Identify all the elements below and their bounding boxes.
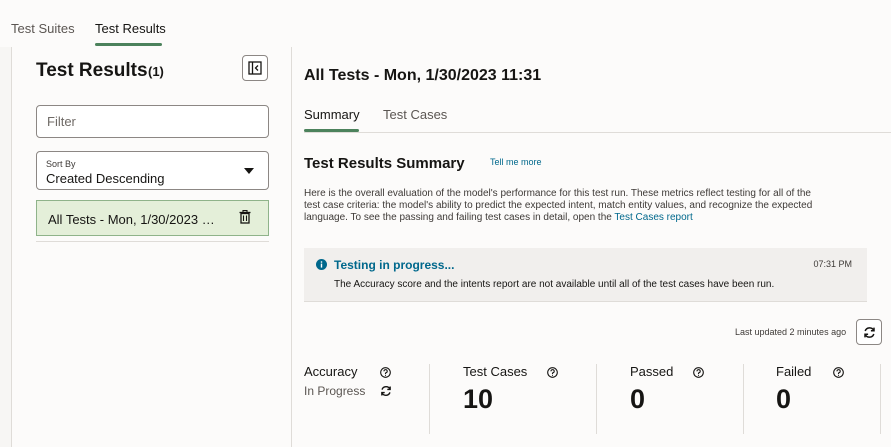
tab-test-results[interactable]: Test Results: [95, 21, 166, 36]
tab-test-suites[interactable]: Test Suites: [11, 21, 75, 36]
info-icon: [316, 259, 327, 270]
summary-description-text: Here is the overall evaluation of the mo…: [304, 188, 813, 223]
sort-by-select[interactable]: Sort By Created Descending: [36, 151, 269, 190]
list-item-test-run[interactable]: All Tests - Mon, 1/30/2023 11:31: [36, 200, 269, 236]
metric-divider: [880, 364, 881, 434]
banner-message: The Accuracy score and the intents repor…: [334, 279, 775, 290]
refresh-button[interactable]: [856, 319, 882, 345]
tab-test-cases[interactable]: Test Cases: [383, 107, 447, 122]
metric-divider: [429, 364, 430, 434]
summary-title: Test Results Summary: [304, 155, 465, 172]
help-icon[interactable]: [833, 367, 844, 378]
test-cases-label: Test Cases: [463, 364, 528, 379]
last-updated-text: Last updated 2 minutes ago: [735, 327, 847, 337]
test-run-label: All Tests - Mon, 1/30/2023 11:31: [48, 212, 218, 227]
refresh-icon: [863, 326, 875, 338]
metric-divider: [743, 364, 744, 434]
subtab-divider: [304, 132, 891, 133]
test-cases-value: 10: [463, 384, 494, 414]
in-progress-spinner-icon: [381, 386, 391, 396]
accuracy-label: Accuracy: [304, 364, 358, 379]
failed-value: 0: [776, 384, 792, 414]
list-divider: [36, 241, 269, 242]
page-title: All Tests - Mon, 1/30/2023 11:31: [304, 67, 542, 84]
results-count: (1): [148, 64, 164, 79]
testing-progress-banner: Testing in progress... 07:31 PM The Accu…: [304, 248, 867, 302]
list-pane-title: Test Results: [36, 60, 148, 81]
chevron-down-icon: [244, 168, 254, 174]
banner-timestamp: 07:31 PM: [813, 259, 852, 269]
passed-value: 0: [630, 384, 646, 414]
top-tab-bar: Test Suites Test Results: [0, 0, 891, 47]
trash-icon[interactable]: [239, 210, 251, 224]
failed-label: Failed: [776, 364, 812, 379]
tab-summary[interactable]: Summary: [304, 107, 360, 122]
passed-label: Passed: [630, 364, 674, 379]
help-icon[interactable]: [693, 367, 704, 378]
active-tab-indicator: [95, 43, 162, 46]
help-icon[interactable]: [547, 367, 558, 378]
collapse-pane-button[interactable]: [242, 55, 268, 81]
accuracy-status: In Progress: [304, 384, 366, 398]
sort-by-label: Sort By: [46, 159, 76, 169]
sort-by-value: Created Descending: [46, 171, 165, 186]
banner-title: Testing in progress...: [334, 258, 455, 272]
help-icon[interactable]: [380, 367, 391, 378]
collapse-panel-icon: [248, 61, 262, 75]
test-run-detail-pane: All Tests - Mon, 1/30/2023 11:31 Summary…: [291, 47, 891, 447]
summary-description: Here is the overall evaluation of the mo…: [304, 188, 814, 224]
metric-divider: [596, 364, 597, 434]
test-cases-report-link[interactable]: Test Cases report: [614, 212, 692, 223]
filter-input[interactable]: [36, 105, 269, 138]
test-results-list-pane: Test Results (1) Sort By Created Descend…: [11, 47, 291, 447]
tell-me-more-link[interactable]: Tell me more: [490, 157, 542, 167]
